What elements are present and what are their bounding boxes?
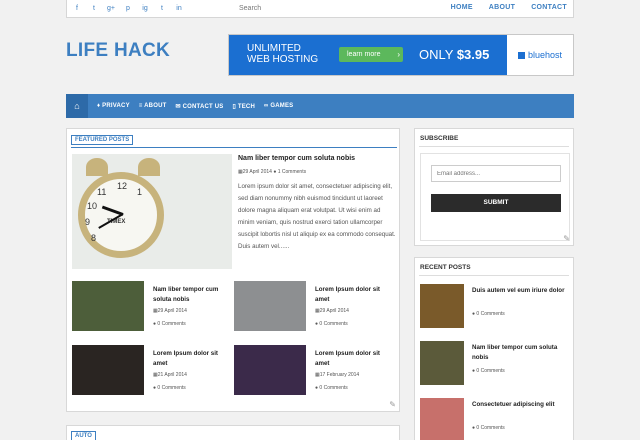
auto-label: AUTO <box>71 431 96 440</box>
learn-more-button[interactable]: learn more › <box>339 47 403 62</box>
search-input[interactable]: Search <box>237 2 387 15</box>
instagram-icon[interactable]: ig <box>141 4 149 13</box>
post-date: ▦21 April 2014 <box>153 372 187 378</box>
post-comments[interactable]: ● 0 Comments <box>153 321 186 327</box>
post-comments[interactable]: ● 0 Comments <box>315 385 348 391</box>
recent-post-item[interactable]: Nam liber tempor cum soluta nobis ● 0 Co… <box>420 341 570 387</box>
social-links: f t g+ p ig t in <box>73 4 183 13</box>
comment-icon: ● <box>472 368 476 374</box>
nav-item-privacy[interactable]: ♦ PRIVACY <box>97 103 130 109</box>
post-title[interactable]: Consectetuer adipiscing elit <box>472 400 568 410</box>
nav-item-about[interactable]: ≡ ABOUT <box>139 103 167 109</box>
clock-bell <box>138 158 160 176</box>
post-thumbnail[interactable] <box>72 281 144 331</box>
nav-item-games[interactable]: ∞ GAMES <box>264 103 293 109</box>
hosting-banner-ad[interactable]: UNLIMITED WEB HOSTING learn more › ONLY … <box>228 34 574 76</box>
recent-post-item[interactable]: Consectetuer adipiscing elit ● 0 Comment… <box>420 398 570 440</box>
post-thumbnail[interactable] <box>420 398 464 440</box>
featured-post-excerpt: Lorem ipsum dolor sit amet, consectetuer… <box>238 183 396 250</box>
post-comments[interactable]: ● 0 Comments <box>472 368 505 374</box>
grid-icon <box>517 52 525 60</box>
nav-item-contact-us[interactable]: ✉ CONTACT US <box>175 103 223 110</box>
submit-button[interactable]: SUBMIT <box>431 194 561 212</box>
post-comments[interactable]: ● 0 Comments <box>472 311 505 317</box>
top-nav-about[interactable]: ABOUT <box>489 4 515 11</box>
twitter-icon[interactable]: t <box>90 4 98 13</box>
post-date: ▦17 February 2014 <box>315 372 360 378</box>
comment-icon: ● <box>315 385 319 391</box>
recent-posts-heading: RECENT POSTS <box>420 264 471 271</box>
post-item[interactable]: Lorem Ipsum dolor sit amet ▦29 April 201… <box>234 281 394 331</box>
site-logo[interactable]: LIFE HACK <box>66 40 170 62</box>
post-title[interactable]: Duis autem vel eum iriure dolor <box>472 286 568 296</box>
recent-posts-widget: RECENT POSTS Duis autem vel eum iriure d… <box>414 257 574 440</box>
post-date: ▦29 April 2014 <box>315 308 349 314</box>
featured-post-meta: ▦29 April 2014 ● 1 Comments <box>238 169 307 175</box>
email-field[interactable] <box>431 165 561 182</box>
post-thumbnail[interactable] <box>420 341 464 385</box>
linkedin-icon[interactable]: in <box>175 4 183 13</box>
tumblr-icon[interactable]: t <box>158 4 166 13</box>
post-thumbnail[interactable] <box>234 281 306 331</box>
comment-icon: ● <box>315 321 319 327</box>
main-nav: ⌂ ♦ PRIVACY ≡ ABOUT ✉ CONTACT US ▯ TECH … <box>66 94 574 118</box>
edit-widget-icon[interactable]: ✎ <box>389 400 396 409</box>
clock-bell <box>86 158 108 176</box>
post-item[interactable]: Lorem Ipsum dolor sit amet ▦17 February … <box>234 345 394 395</box>
auto-posts-widget: AUTO <box>66 425 400 440</box>
subscribe-heading: SUBSCRIBE <box>420 135 459 142</box>
post-comments[interactable]: ● 0 Comments <box>153 385 186 391</box>
post-item[interactable]: Lorem Ipsum dolor sit amet ▦21 April 201… <box>72 345 232 395</box>
featured-posts-label: FEATURED POSTS <box>71 135 134 145</box>
edit-widget-icon[interactable]: ✎ <box>563 234 570 243</box>
post-thumbnail[interactable] <box>72 345 144 395</box>
post-title[interactable]: Lorem Ipsum dolor sit amet <box>153 349 233 369</box>
featured-image[interactable]: 12 1 11 10 9 8 TIMEX <box>72 154 232 269</box>
subscribe-widget: SUBSCRIBE SUBMIT ✎ <box>414 128 574 246</box>
bluehost-logo: bluehost <box>507 35 573 75</box>
home-icon[interactable]: ⌂ <box>66 94 88 118</box>
post-title[interactable]: Lorem Ipsum dolor sit amet <box>315 349 395 369</box>
nav-item-tech[interactable]: ▯ TECH <box>232 103 255 110</box>
divider <box>419 275 569 276</box>
subscribe-form: SUBMIT <box>420 153 570 241</box>
facebook-icon[interactable]: f <box>73 4 81 13</box>
google-plus-icon[interactable]: g+ <box>107 4 115 13</box>
post-thumbnail[interactable] <box>420 284 464 328</box>
top-nav: HOME ABOUT CONTACT <box>451 4 567 11</box>
post-thumbnail[interactable] <box>234 345 306 395</box>
post-title[interactable]: Lorem Ipsum dolor sit amet <box>315 285 395 305</box>
comment-icon: ● <box>153 321 157 327</box>
recent-post-item[interactable]: Duis autem vel eum iriure dolor ● 0 Comm… <box>420 284 570 330</box>
chevron-right-icon: › <box>397 50 400 59</box>
post-item[interactable]: Nam liber tempor cum soluta nobis ▦29 Ap… <box>72 281 232 331</box>
featured-posts-widget: FEATURED POSTS 12 1 11 10 9 8 TIMEX Nam … <box>66 128 400 412</box>
post-title[interactable]: Nam liber tempor cum soluta nobis <box>153 285 233 305</box>
featured-post-title[interactable]: Nam liber tempor cum soluta nobis <box>238 155 355 162</box>
post-title[interactable]: Nam liber tempor cum soluta nobis <box>472 343 568 363</box>
comment-icon: ● <box>472 425 476 431</box>
post-date: ▦29 April 2014 <box>153 308 187 314</box>
comment-icon: ● <box>472 311 476 317</box>
divider <box>71 147 397 148</box>
comment-icon: ● <box>273 169 277 175</box>
top-nav-home[interactable]: HOME <box>451 4 473 11</box>
comment-icon: ● <box>153 385 157 391</box>
pinterest-icon[interactable]: p <box>124 4 132 13</box>
banner-headline: UNLIMITED WEB HOSTING <box>247 43 319 65</box>
post-comments[interactable]: ● 0 Comments <box>315 321 348 327</box>
top-bar: f t g+ p ig t in Search HOME ABOUT CONTA… <box>66 0 574 18</box>
post-comments[interactable]: ● 0 Comments <box>472 425 505 431</box>
top-nav-contact[interactable]: CONTACT <box>531 4 567 11</box>
alarm-clock: 12 1 11 10 9 8 TIMEX <box>78 172 164 258</box>
banner-price: ONLY $3.95 <box>419 47 490 62</box>
divider <box>419 146 569 147</box>
